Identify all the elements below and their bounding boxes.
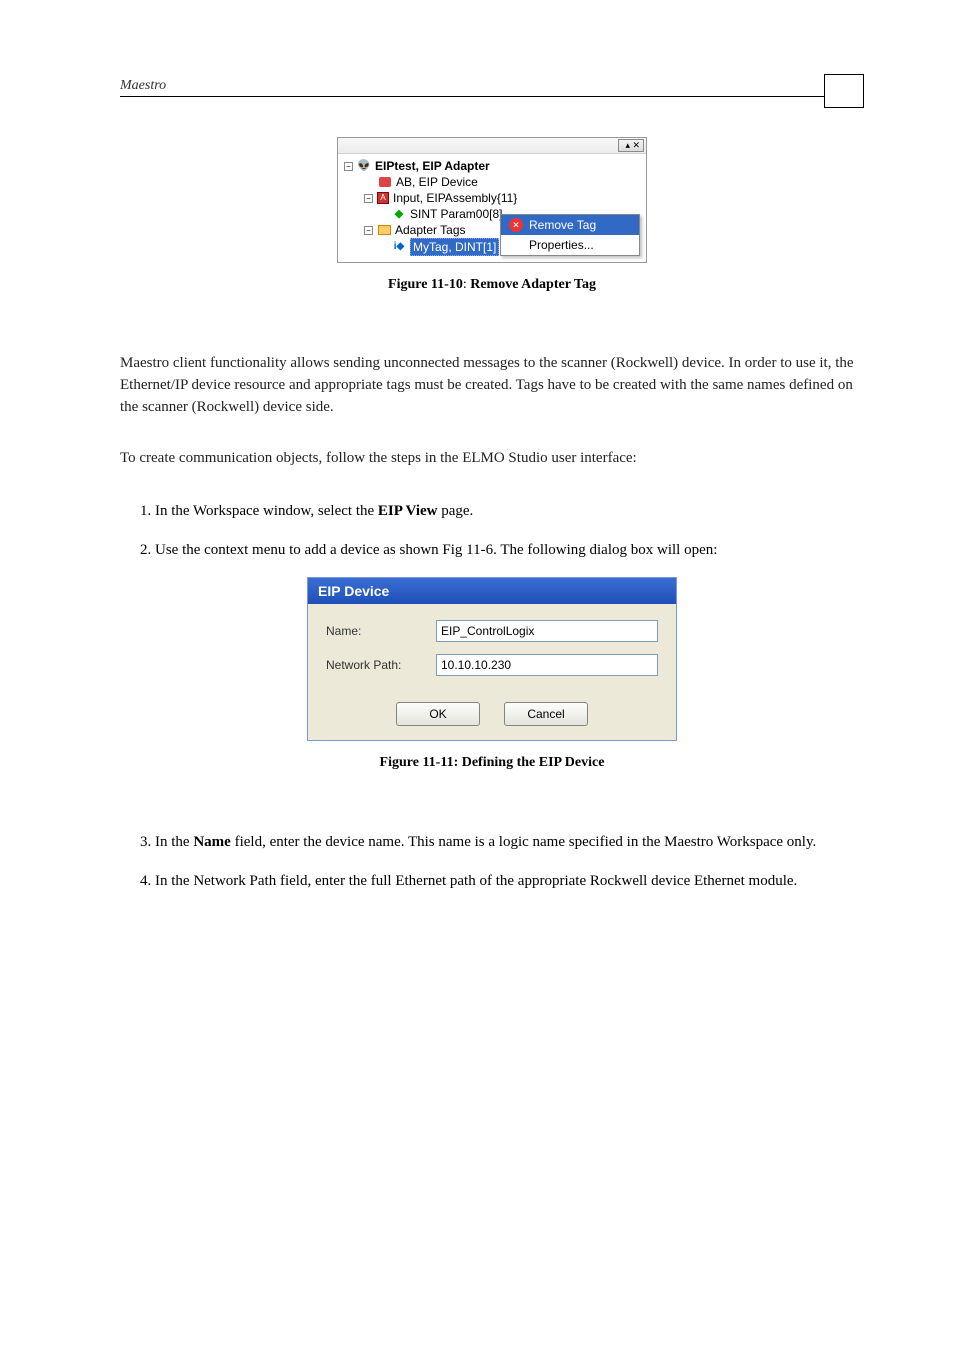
ctx-label: Properties... [529,238,594,252]
adapter-tree-window: ▴ ✕ − 👽 EIPtest, EIP Adapter AB, EIP Dev… [337,137,647,263]
delete-icon: ✕ [509,218,523,232]
tree-root-label: EIPtest, EIP Adapter [375,158,490,174]
header-title: Maestro [120,78,166,94]
context-menu: ✕ Remove Tag Properties... [500,214,640,256]
name-field[interactable] [436,620,658,642]
device-icon [378,175,392,189]
header-page-box [824,74,864,108]
step-3: 3. In the Name field, enter the device n… [120,831,864,854]
close-icon[interactable]: ▴ ✕ [618,139,644,152]
step-2: 2. Use the context menu to add a device … [120,539,864,562]
adapter-icon: 👽 [357,159,371,173]
ctx-remove-tag[interactable]: ✕ Remove Tag [501,215,639,235]
instruction-lead: To create communication objects, follow … [120,448,864,470]
collapse-icon[interactable]: − [364,226,373,235]
figure-caption-2: Figure 11-11: Defining the EIP Device [120,755,864,771]
tree-node-input[interactable]: − A Input, EIPAssembly{11} [344,190,640,206]
step-1: 1. In the Workspace window, select the E… [120,500,864,523]
tag-icon: i◆ [392,240,406,254]
ok-button[interactable]: OK [396,702,480,726]
tree-root[interactable]: − 👽 EIPtest, EIP Adapter [344,158,640,174]
intro-paragraph: Maestro client functionality allows send… [120,353,864,418]
tree-node-label: SINT Param00[8] [410,206,502,222]
tree-node-device[interactable]: AB, EIP Device [344,174,640,190]
tree-node-label-selected: MyTag, DINT[1] [410,238,499,256]
collapse-icon[interactable]: − [344,162,353,171]
ctx-properties[interactable]: Properties... [501,235,639,255]
assembly-icon: A [377,192,389,204]
tree-node-label: AB, EIP Device [396,174,478,190]
network-path-label: Network Path: [326,658,426,672]
cancel-button[interactable]: Cancel [504,702,588,726]
window-titlebar: ▴ ✕ [338,138,646,154]
name-label: Name: [326,624,426,638]
step-4: 4. In the Network Path field, enter the … [120,870,864,893]
dialog-title: EIP Device [308,578,676,604]
collapse-icon[interactable]: − [364,194,373,203]
network-path-field[interactable] [436,654,658,676]
folder-icon [377,223,391,237]
ctx-label: Remove Tag [529,218,596,232]
tree-node-label: Input, EIPAssembly{11} [393,190,517,206]
eip-device-dialog: EIP Device Name: Network Path: OK Cancel [307,577,677,741]
tree-node-label: Adapter Tags [395,222,466,238]
figure-caption-1: Figure 11-10: Remove Adapter Tag [120,277,864,293]
page-header: Maestro [120,60,864,97]
param-icon: ◆ [392,207,406,221]
